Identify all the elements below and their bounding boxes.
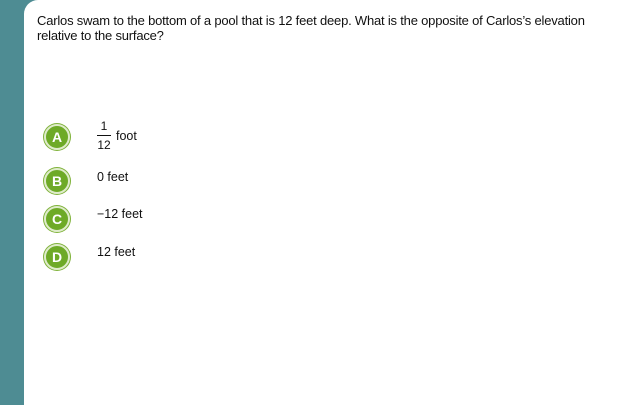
choice-a-unit: foot [116,129,137,143]
fraction-numerator: 1 [100,119,108,133]
choice-a-label: 1 12 foot [97,120,137,152]
choice-a-badge[interactable]: A [44,124,70,150]
choice-c[interactable]: C −12 feet [44,206,143,232]
choice-b[interactable]: B 0 feet [44,168,128,194]
choice-d-label: 12 feet [97,245,136,259]
fraction-bar [97,135,111,136]
choice-d[interactable]: D 12 feet [44,244,135,270]
question-text: Carlos swam to the bottom of a pool that… [37,13,585,43]
choice-a[interactable]: A 1 12 foot [44,120,137,152]
choice-d-badge[interactable]: D [44,244,70,270]
question-panel: Carlos swam to the bottom of a pool that… [24,0,640,405]
choice-b-badge[interactable]: B [44,168,70,194]
choice-b-label: 0 feet [97,170,129,184]
fraction: 1 12 [97,120,111,152]
choice-c-badge[interactable]: C [44,206,70,232]
choice-c-label: −12 feet [97,207,143,221]
fraction-denominator: 12 [97,138,111,152]
